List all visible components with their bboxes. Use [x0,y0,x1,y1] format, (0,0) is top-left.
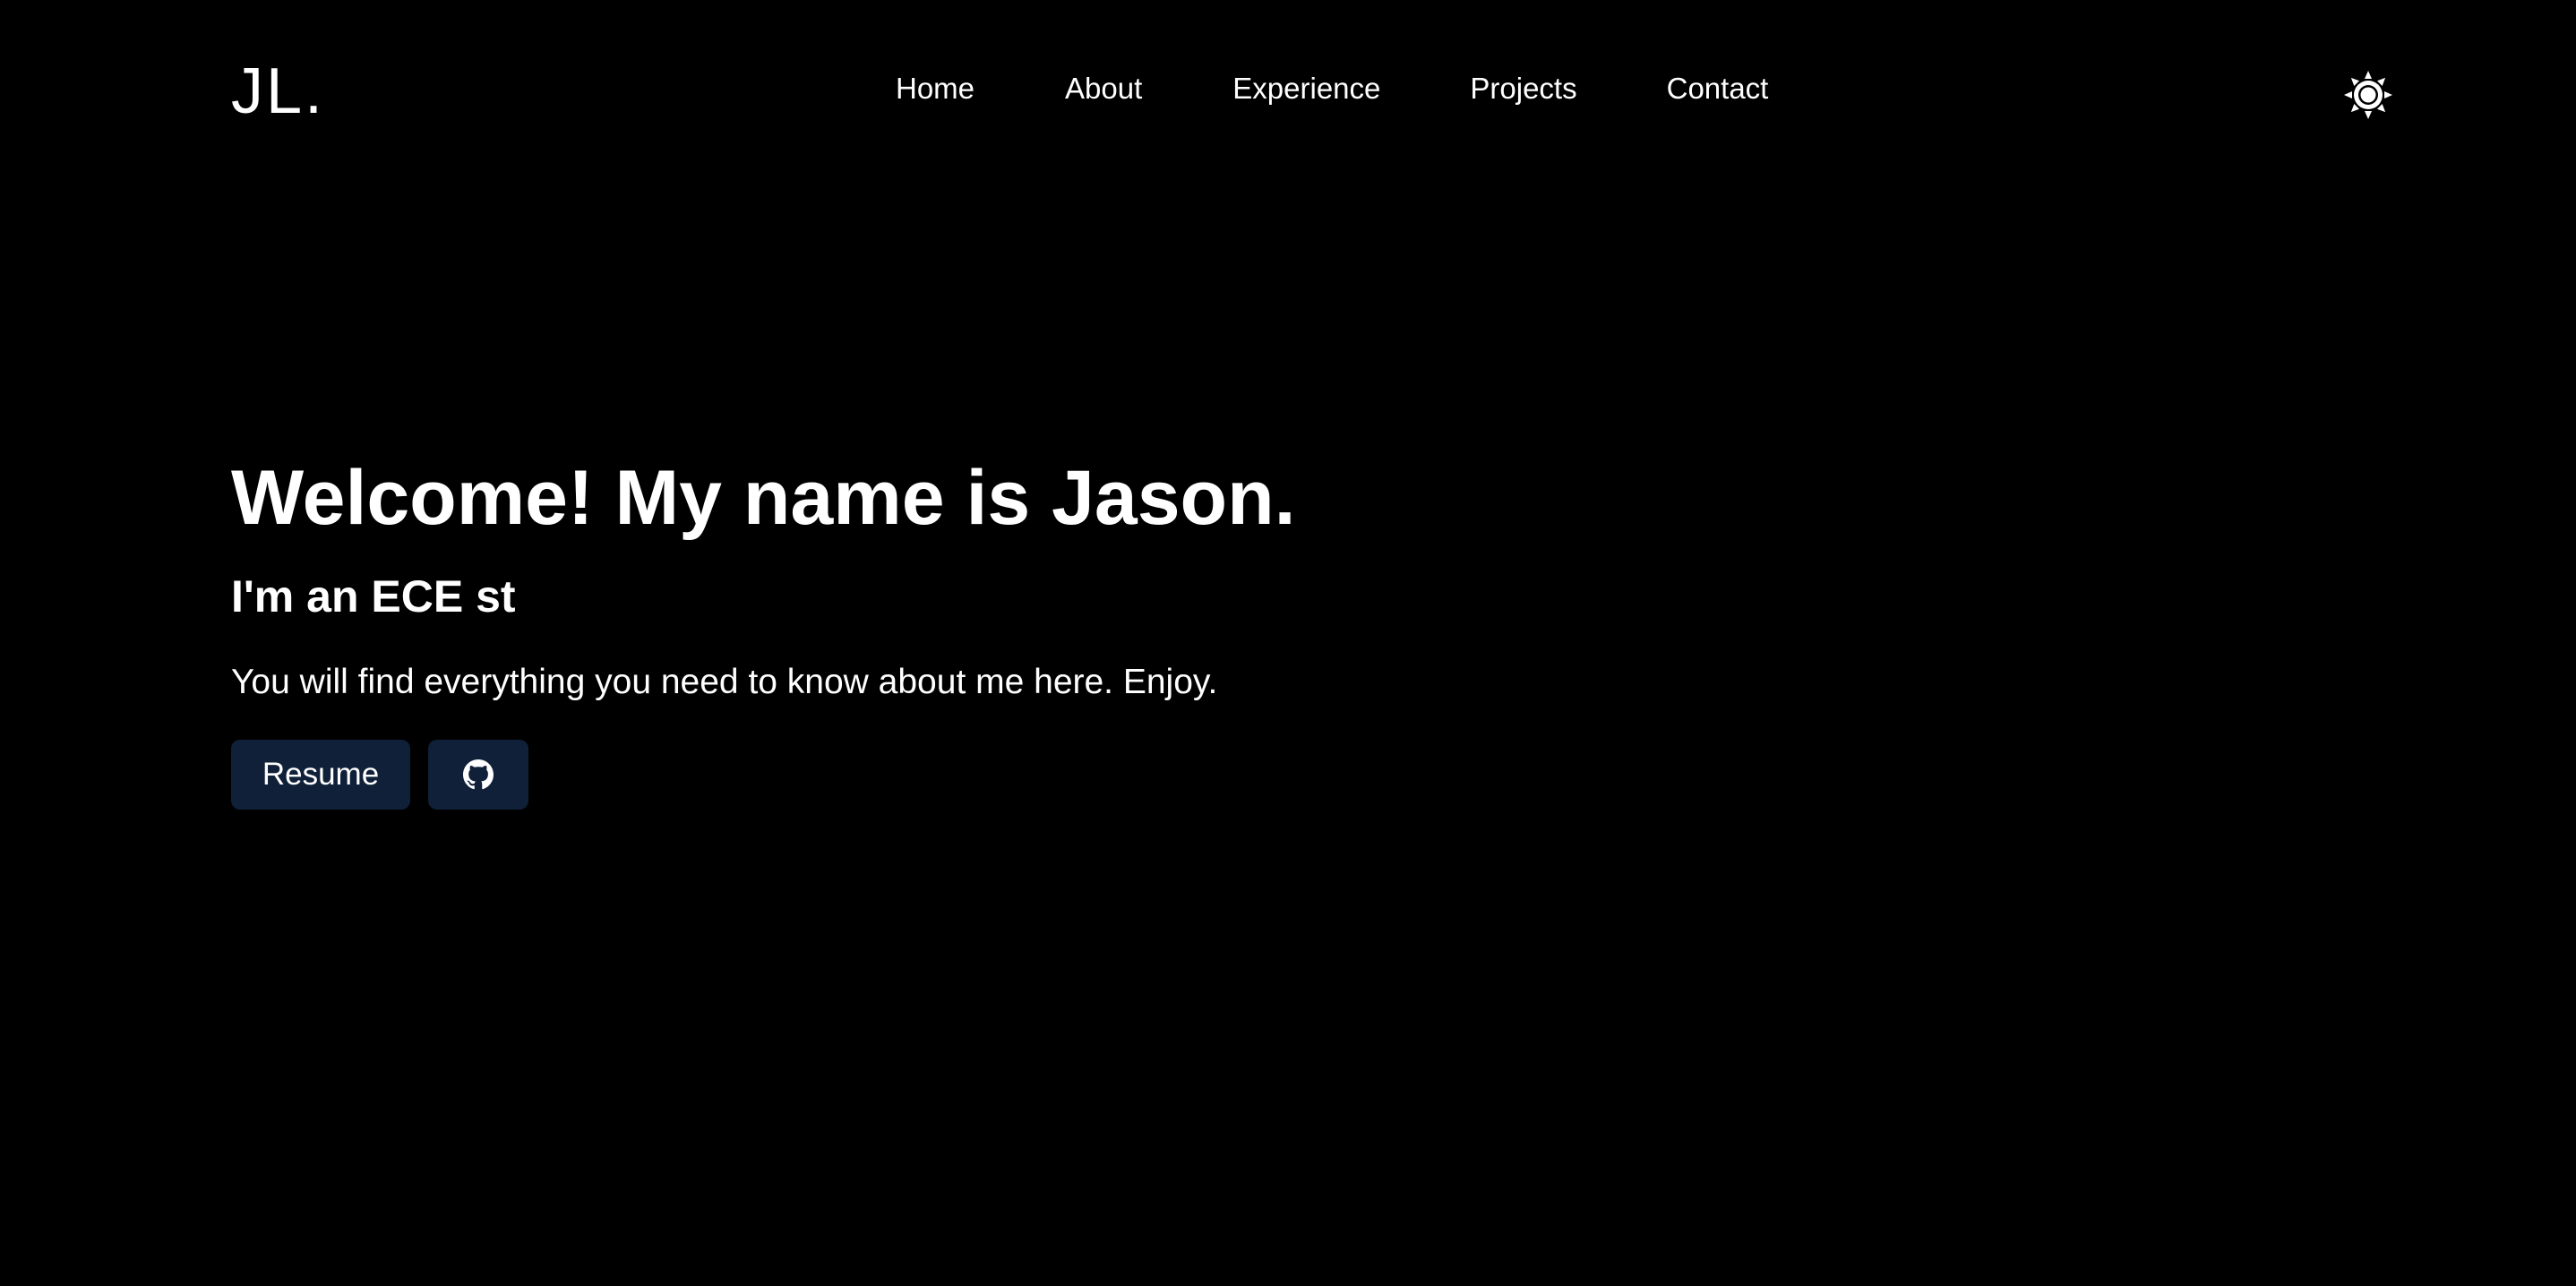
hero-title: Welcome! My name is Jason. [231,455,1296,541]
resume-button[interactable]: Resume [231,740,410,810]
theme-toggle-button[interactable] [2341,68,2395,122]
hero-section: Welcome! My name is Jason. I'm an ECE st… [231,448,1843,810]
github-icon [463,759,494,790]
sun-icon [2344,71,2392,119]
nav-link-about[interactable]: About [1065,66,1142,111]
logo[interactable]: JL. [231,56,325,127]
navbar: JL. Home About Experience Projects Conta… [0,0,2576,179]
page: JL. Home About Experience Projects Conta… [0,0,2576,1286]
github-button[interactable] [428,740,528,810]
nav-link-experience[interactable]: Experience [1232,66,1380,111]
hero-buttons: Resume [231,740,1843,810]
nav-link-home[interactable]: Home [896,66,975,111]
hero-description: You will find everything you need to kno… [231,663,1218,701]
nav-links: Home About Experience Projects Contact [896,66,1768,111]
nav-link-projects[interactable]: Projects [1470,66,1576,111]
hero-subtitle: I'm an ECE st [231,571,516,622]
nav-link-contact[interactable]: Contact [1667,66,1769,111]
